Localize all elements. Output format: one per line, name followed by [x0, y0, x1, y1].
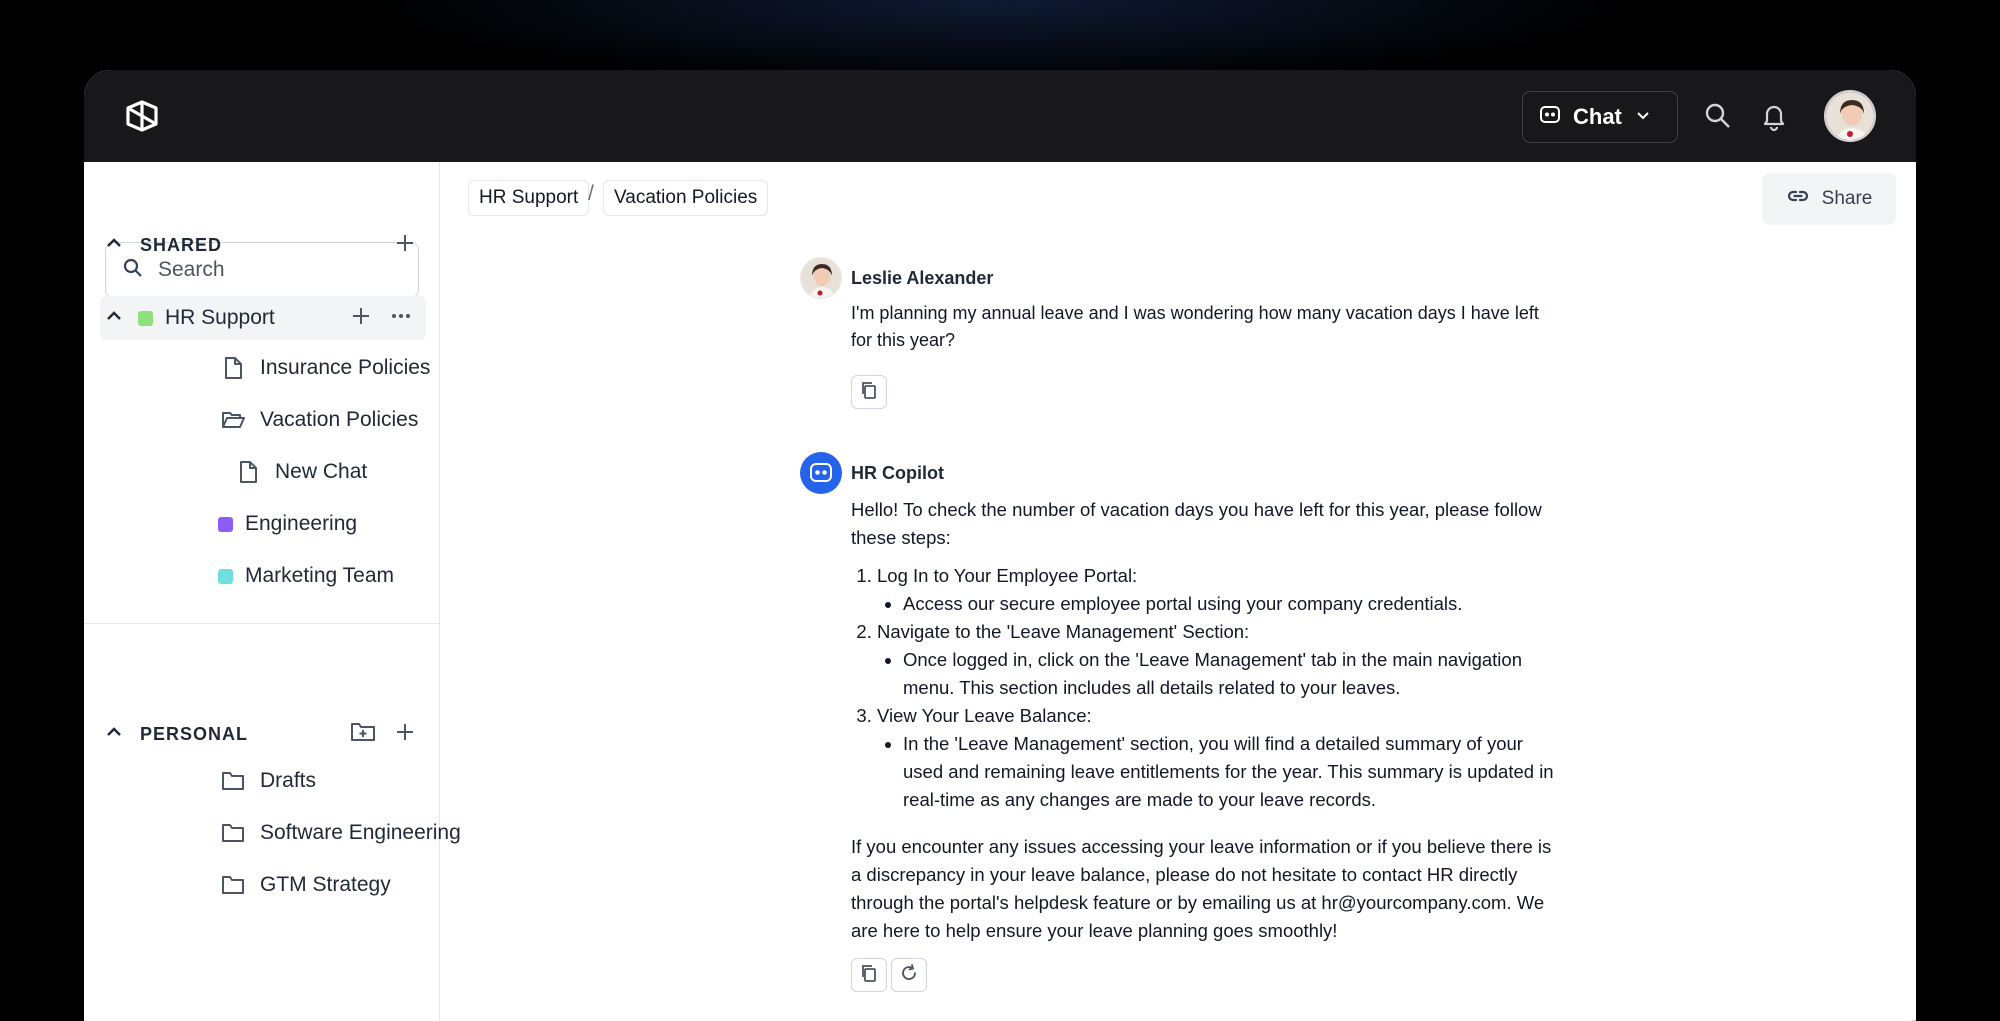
- color-dot: [218, 568, 233, 584]
- refresh-icon: [899, 963, 919, 988]
- app-window: Chat Search SHARED HR Support Insurance …: [84, 70, 1916, 1021]
- sidebar-item-label: Software Engineering: [260, 821, 461, 844]
- chevron-up-icon[interactable]: [104, 722, 124, 747]
- step-title: Navigate to the 'Leave Management' Secti…: [877, 621, 1250, 642]
- regenerate-button[interactable]: [891, 958, 927, 992]
- document-icon: [235, 459, 261, 485]
- step-detail: Once logged in, click on the 'Leave Mana…: [903, 646, 1563, 702]
- section-personal-header: PERSONAL: [104, 714, 420, 754]
- chevron-down-icon: [1634, 106, 1652, 129]
- message-outro: If you encounter any issues accessing yo…: [851, 836, 1552, 941]
- copy-button[interactable]: [851, 375, 887, 409]
- bell-icon[interactable]: [1758, 100, 1790, 132]
- add-icon[interactable]: [394, 232, 416, 259]
- sidebar-item-gtm-strategy[interactable]: GTM Strategy: [220, 863, 391, 907]
- sidebar-divider: [84, 623, 440, 624]
- sidebar-item-label: HR Support: [165, 306, 275, 329]
- sidebar-item-insurance-policies[interactable]: Insurance Policies: [220, 346, 430, 390]
- folder-icon: [220, 820, 246, 846]
- copy-icon: [859, 963, 879, 988]
- message-body: Hello! To check the number of vacation d…: [851, 496, 1563, 945]
- app-logo-icon[interactable]: [122, 96, 162, 136]
- breadcrumb-separator: /: [588, 182, 594, 205]
- folder-open-icon: [220, 407, 246, 433]
- share-button[interactable]: Share: [1762, 173, 1896, 225]
- add-icon[interactable]: [394, 721, 416, 748]
- mode-selector[interactable]: Chat: [1522, 91, 1678, 143]
- step-item: Log In to Your Employee Portal: Access o…: [877, 562, 1563, 618]
- sidebar-item-new-chat[interactable]: New Chat: [235, 450, 367, 494]
- message-sender: HR Copilot: [851, 463, 944, 483]
- folder-icon: [220, 872, 246, 898]
- breadcrumb-vacation-policies[interactable]: Vacation Policies: [603, 180, 769, 216]
- color-dot: [218, 516, 233, 532]
- step-detail: Access our secure employee portal using …: [903, 590, 1563, 618]
- message-text: I'm planning my annual leave and I was w…: [851, 303, 1539, 350]
- sidebar-item-label: Drafts: [260, 769, 317, 792]
- step-title: Log In to Your Employee Portal:: [877, 565, 1138, 586]
- sidebar-item-drafts[interactable]: Drafts: [220, 759, 316, 803]
- section-personal-title: PERSONAL: [140, 723, 249, 744]
- link-icon: [1786, 184, 1810, 214]
- sidebar-item-label: GTM Strategy: [260, 873, 391, 896]
- step-item: View Your Leave Balance: In the 'Leave M…: [877, 702, 1563, 814]
- share-label: Share: [1821, 188, 1873, 209]
- section-shared-title: SHARED: [140, 234, 223, 255]
- chevron-up-icon[interactable]: [104, 306, 124, 331]
- sidebar-item-software-engineering[interactable]: Software Engineering: [220, 811, 461, 855]
- sidebar-item-vacation-policies[interactable]: Vacation Policies: [220, 398, 418, 442]
- step-item: Navigate to the 'Leave Management' Secti…: [877, 618, 1563, 702]
- sidebar-item-label: Engineering: [245, 512, 358, 535]
- user-avatar[interactable]: [1824, 90, 1876, 142]
- chat-bubble-icon: [1539, 104, 1561, 131]
- add-icon[interactable]: [350, 305, 372, 332]
- document-icon: [220, 355, 246, 381]
- sidebar-item-label: New Chat: [275, 460, 368, 483]
- sidebar-item-engineering[interactable]: Engineering: [218, 502, 357, 546]
- chevron-up-icon[interactable]: [104, 233, 124, 258]
- user-avatar: [800, 257, 842, 299]
- bot-avatar: [800, 452, 842, 494]
- mode-label: Chat: [1573, 104, 1622, 129]
- more-options-icon[interactable]: [390, 305, 412, 332]
- steps-list: Log In to Your Employee Portal: Access o…: [877, 562, 1563, 814]
- step-detail: In the 'Leave Management' section, you w…: [903, 730, 1563, 814]
- search-icon[interactable]: [1702, 100, 1734, 132]
- copy-icon: [859, 380, 879, 405]
- message-sender: Leslie Alexander: [851, 268, 994, 288]
- sidebar-item-label: Insurance Policies: [260, 356, 431, 379]
- folder-icon: [220, 768, 246, 794]
- sidebar-item-marketing-team[interactable]: Marketing Team: [218, 554, 394, 598]
- sidebar-item-label: Marketing Team: [245, 564, 395, 587]
- message-intro: Hello! To check the number of vacation d…: [851, 499, 1542, 548]
- copy-button[interactable]: [851, 958, 887, 992]
- top-bar: Chat: [84, 70, 1916, 162]
- new-folder-icon[interactable]: [350, 721, 376, 748]
- sidebar-item-label: Vacation Policies: [260, 408, 419, 431]
- section-shared-header: SHARED: [104, 225, 420, 265]
- device-frame: Chat Search SHARED HR Support Insurance …: [0, 0, 2000, 1021]
- color-dot: [138, 310, 153, 326]
- sidebar-item-hr-support[interactable]: HR Support: [100, 296, 426, 340]
- step-title: View Your Leave Balance:: [877, 705, 1092, 726]
- breadcrumb-hr-support[interactable]: HR Support: [468, 180, 590, 216]
